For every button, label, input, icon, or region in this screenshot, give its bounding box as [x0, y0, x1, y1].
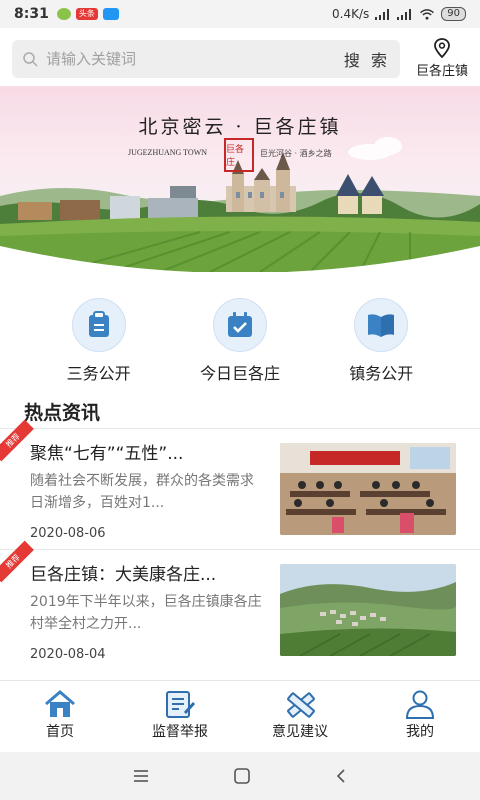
banner-subtitle-en: JUGEZHUANG TOWN [128, 148, 208, 157]
news-title: 聚焦“七有”“五性”... [30, 444, 184, 464]
news-date: 2020-08-06 [30, 526, 106, 541]
home-icon [45, 690, 75, 717]
user-icon [405, 690, 435, 719]
search-icon [23, 52, 38, 67]
news-item[interactable]: 推荐 巨各庄镇：大美康各庄... 2019年下半年以来，巨各庄镇康各庄村举全村之… [0, 540, 480, 669]
wifi-icon [420, 8, 435, 20]
back-icon[interactable] [334, 768, 348, 784]
news-item[interactable]: 推荐 聚焦“七有”“五性”... 随着社会不断发展，群众的各类需求日渐增多，百姓… [0, 419, 480, 548]
message-notification-icon [102, 8, 119, 20]
quick-nav-label: 镇务公开 [349, 364, 414, 383]
news-date: 2020-08-04 [30, 647, 106, 662]
bottom-tab-bar: 首页 监督举报 意见建议 我的 [0, 680, 480, 752]
location-selector[interactable]: 巨各庄镇 [406, 36, 478, 82]
calendar-check-icon [212, 298, 267, 352]
news-thumbnail-meeting [280, 443, 456, 535]
system-nav-bar [0, 752, 480, 800]
tab-label: 首页 [46, 724, 74, 740]
network-speed: 0.4K/s [332, 7, 370, 21]
tab-label: 意见建议 [272, 724, 328, 740]
quick-nav-sanwu[interactable]: 三务公开 [39, 298, 159, 386]
status-bar: 8:31 头条 0.4K/s 90 [0, 0, 480, 28]
search-bar[interactable]: 搜 索 [12, 40, 400, 78]
recommend-badge: 推荐 [0, 419, 34, 462]
search-input[interactable] [46, 50, 338, 68]
status-time: 8:31 [14, 6, 49, 22]
map-pin-icon [434, 38, 450, 58]
news-thumbnail-village [280, 564, 456, 656]
news-summary: 2019年下半年以来，巨各庄镇康各庄村举全村之力开... [30, 594, 262, 632]
home-square-icon[interactable] [233, 768, 251, 784]
tab-label: 我的 [406, 724, 434, 740]
tab-mine[interactable]: 我的 [360, 681, 480, 752]
seal-logo: 巨各庄 [224, 138, 254, 172]
report-icon [166, 691, 196, 718]
banner-title: 北京密云 · 巨各庄镇 [138, 116, 342, 138]
quick-nav-zhenwu[interactable]: 镇务公开 [321, 298, 441, 386]
location-label: 巨各庄镇 [415, 64, 468, 79]
tab-suggestion[interactable]: 意见建议 [240, 681, 360, 752]
signal-icon [375, 8, 390, 20]
pencil-ruler-icon [287, 692, 315, 718]
toutiao-notification-icon: 头条 [75, 8, 98, 20]
wechat-notification-icon [56, 8, 71, 20]
clipboard-icon [71, 298, 126, 352]
banner-slogan: 巨光河谷 · 酒乡之路 [260, 149, 332, 158]
quick-nav-label: 三务公开 [66, 364, 131, 383]
news-title: 巨各庄镇：大美康各庄... [30, 565, 217, 585]
hero-banner[interactable]: 北京密云 · 巨各庄镇 JUGEZHUANG TOWN 巨各庄 巨光河谷 · 酒… [0, 86, 480, 272]
search-button[interactable]: 搜 索 [344, 47, 390, 71]
section-title: 热点资讯 [24, 402, 101, 424]
book-icon [354, 298, 409, 352]
quick-nav-label: 今日巨各庄 [199, 364, 280, 383]
signal-icon-2 [397, 8, 412, 20]
menu-icon[interactable] [132, 769, 150, 783]
tab-home[interactable]: 首页 [0, 681, 120, 752]
quick-nav-today[interactable]: 今日巨各庄 [180, 298, 300, 386]
tab-label: 监督举报 [152, 724, 208, 740]
battery-indicator: 90 [441, 7, 466, 21]
news-summary: 随着社会不断发展，群众的各类需求日渐增多，百姓对1... [30, 473, 254, 511]
quick-nav: 三务公开 今日巨各庄 镇务公开 [0, 298, 480, 386]
tab-report[interactable]: 监督举报 [120, 681, 240, 752]
